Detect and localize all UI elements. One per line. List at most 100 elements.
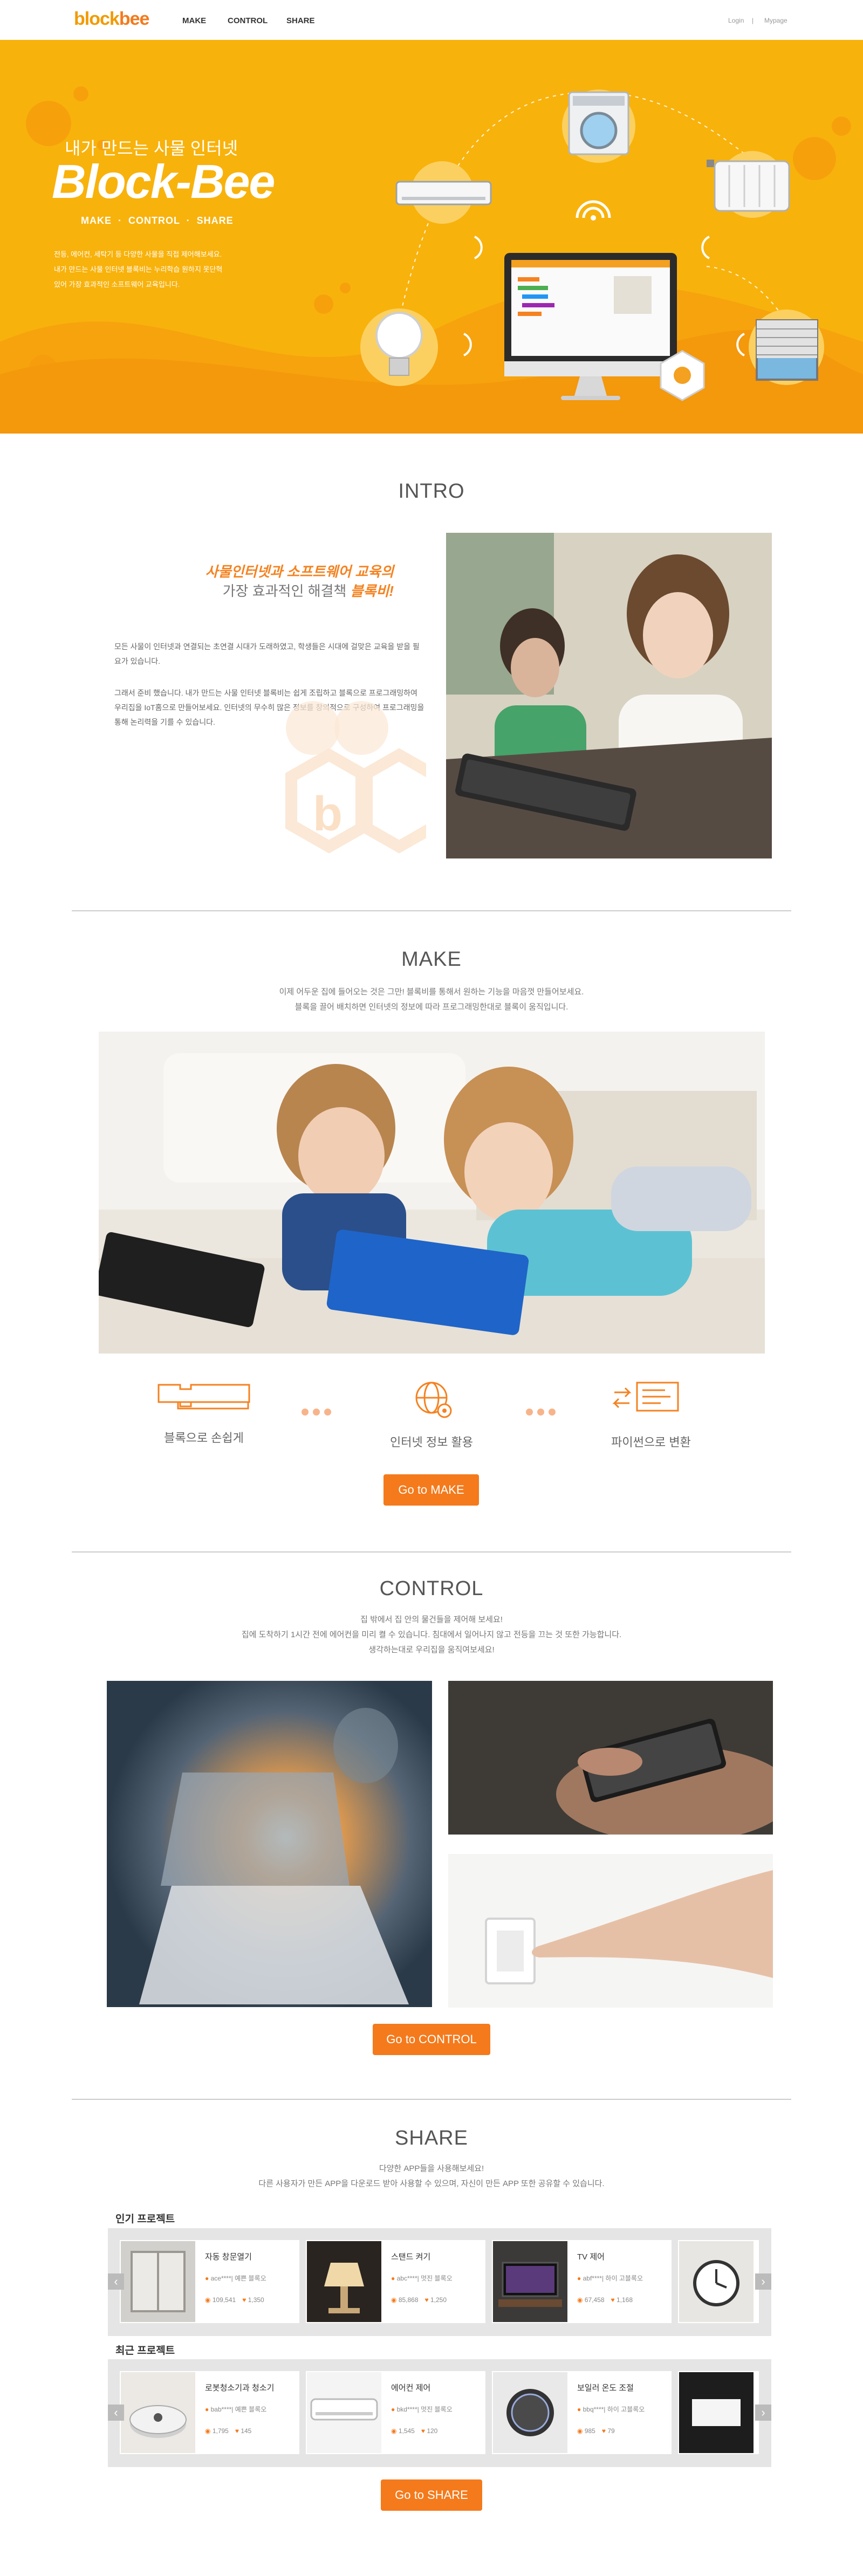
eye-icon: ◉ <box>577 2296 583 2304</box>
login-link[interactable]: Login <box>728 17 744 24</box>
logo[interactable]: blockbee <box>74 9 149 30</box>
logo-part-block: block <box>74 9 120 29</box>
go-to-control-button[interactable]: Go to CONTROL <box>373 2024 490 2055</box>
project-card[interactable]: 자동 창문열기 ● ace****| 예쁜 블록오 ◉ 109,541 ♥ 1,3… <box>120 2240 299 2323</box>
project-thumbnail <box>679 2372 754 2453</box>
eye-icon: ◉ <box>577 2427 583 2435</box>
hero-description: 전등, 에어컨, 세탁기 등 다양한 사물을 직접 제어해보세요. 내가 만드는… <box>54 247 280 292</box>
logo-part-bee: bee <box>119 9 150 29</box>
bee-watermark-icon: b <box>285 701 426 854</box>
project-thumbnail <box>307 2241 381 2322</box>
section-divider <box>72 2099 791 2100</box>
intro-title: INTRO <box>398 480 465 503</box>
project-card[interactable]: TV 제어 ● abf****| 하이 고블록오 ◉ 67,458 ♥ 1,168 <box>492 2240 672 2323</box>
project-user: ● ace****| 예쁜 블록오 <box>205 2275 266 2282</box>
mypage-link[interactable]: Mypage <box>764 17 787 24</box>
project-card-partial[interactable] <box>678 2240 759 2323</box>
hero-illustration <box>0 86 863 434</box>
project-stats: ◉ 985 ♥ 79 <box>577 2427 615 2435</box>
nav-share[interactable]: SHARE <box>286 16 315 25</box>
carousel-next-button[interactable]: › <box>755 2273 771 2290</box>
control-photo-laptop <box>107 1681 432 2007</box>
share-description: 다양한 APP들을 사용해보세요! 다른 사용자가 만든 APP을 다운로드 받… <box>0 2161 863 2192</box>
nav-control[interactable]: CONTROL <box>228 16 268 25</box>
project-name: 보일러 온도 조절 <box>577 2383 634 2393</box>
nav-make[interactable]: MAKE <box>182 16 206 25</box>
make-desc-line: 블록을 끌어 배치하면 인터넷의 정보에 따라 프로그래밍한대로 블록이 움직입… <box>294 1002 569 1012</box>
svg-text:b: b <box>313 787 343 841</box>
heart-icon: ♥ <box>424 2296 429 2304</box>
eye-icon: ◉ <box>391 2427 397 2435</box>
project-stats: ◉ 67,458 ♥ 1,168 <box>577 2296 633 2304</box>
intro-headline-brand: 블록비! <box>350 583 394 599</box>
intro-photo-children-keyboard <box>446 533 772 858</box>
intro-headline-2: 가장 효과적인 해결책 블록비! <box>129 580 394 600</box>
control-desc-line: 생각하는대로 우리집을 움직여보세요! <box>368 1645 495 1654</box>
recent-projects-label: 최근 프로젝트 <box>115 2345 175 2357</box>
project-user: ● bab****| 예쁜 블록오 <box>205 2406 267 2413</box>
dots-separator <box>302 1409 335 1416</box>
project-stats: ◉ 85,868 ♥ 1,250 <box>391 2296 447 2304</box>
globe-settings-icon <box>415 1382 452 1418</box>
project-stats: ◉ 1,545 ♥ 120 <box>391 2427 438 2435</box>
control-desc-line: 집에 도착하기 1시간 전에 에어컨을 미리 켤 수 있습니다. 침대에서 일어… <box>241 1630 622 1639</box>
carousel-prev-button[interactable]: ‹ <box>108 2405 124 2421</box>
intro-headline-1: 사물인터넷과 소프트웨어 교육의 <box>205 564 394 580</box>
eye-icon: ◉ <box>205 2296 211 2304</box>
recent-projects-carousel: 로봇청소기과 청소기 ● bab****| 예쁜 블록오 ◉ 1,795 ♥ 14… <box>108 2359 771 2467</box>
make-title: MAKE <box>401 948 462 971</box>
intro-paragraph-1: 모든 사물이 인터넷과 연결되는 초연결 시대가 도래하였고, 학생들은 시대에… <box>114 642 420 665</box>
control-photo-phone <box>448 1681 773 1835</box>
project-thumbnail <box>121 2372 195 2453</box>
popular-projects-carousel: 자동 창문열기 ● ace****| 예쁜 블록오 ◉ 109,541 ♥ 1,3… <box>108 2228 771 2336</box>
project-name: TV 제어 <box>577 2252 605 2262</box>
make-photo-girls-tablets <box>99 1032 765 1354</box>
user-icon: ● <box>577 2275 581 2282</box>
user-icon: ● <box>577 2406 581 2413</box>
feature-label-python: 파이썬으로 변환 <box>611 1435 691 1449</box>
heart-icon: ♥ <box>611 2296 615 2304</box>
go-to-share-button[interactable]: Go to SHARE <box>381 2479 482 2511</box>
project-card[interactable]: 로봇청소기과 청소기 ● bab****| 예쁜 블록오 ◉ 1,795 ♥ 14… <box>120 2371 299 2454</box>
feature-label-internet: 인터넷 정보 활용 <box>390 1435 473 1449</box>
project-thumbnail <box>307 2372 381 2453</box>
heart-icon: ♥ <box>601 2427 606 2435</box>
project-user: ● abc****| 멋진 블록오 <box>391 2275 453 2282</box>
heart-icon: ♥ <box>242 2296 246 2304</box>
hero-desc-line: 내가 만드는 사물 인터넷 블록비는 누리학습 원하지 못단혁 <box>54 265 223 273</box>
make-desc-line: 이제 어두운 집에 들어오는 것은 그만! 블록비를 통해서 원하는 기능을 마… <box>279 987 584 997</box>
project-stats: ◉ 109,541 ♥ 1,350 <box>205 2296 264 2304</box>
make-description: 이제 어두운 집에 들어오는 것은 그만! 블록비를 통해서 원하는 기능을 마… <box>0 985 863 1015</box>
section-divider <box>72 1551 791 1553</box>
user-icon: ● <box>205 2406 209 2413</box>
share-desc-line: 다른 사용자가 만든 APP을 다운로드 받아 사용할 수 있으며, 자신이 만… <box>258 2179 605 2188</box>
user-icon: ● <box>391 2406 395 2413</box>
project-card[interactable]: 스탠드 켜기 ● abc****| 멋진 블록오 ◉ 85,868 ♥ 1,250 <box>306 2240 485 2323</box>
section-divider <box>72 910 791 911</box>
project-name: 로봇청소기과 청소기 <box>205 2383 275 2393</box>
hero-desc-line: 전등, 에어컨, 세탁기 등 다양한 사물을 직접 제어해보세요. <box>54 250 222 258</box>
hero-menu: MAKE · CONTROL · SHARE <box>81 215 234 226</box>
hero-title: Block-Bee <box>52 155 275 208</box>
project-thumbnail <box>121 2241 195 2322</box>
carousel-prev-button[interactable]: ‹ <box>108 2273 124 2290</box>
dots-separator <box>526 1409 560 1416</box>
project-card-partial[interactable] <box>678 2371 759 2454</box>
eye-icon: ◉ <box>391 2296 397 2304</box>
control-desc-line: 집 밖에서 집 안의 물건들을 제어해 보세요! <box>360 1615 503 1624</box>
project-card[interactable]: 에어컨 제어 ● bkd****| 멋진 블록오 ◉ 1,545 ♥ 120 <box>306 2371 485 2454</box>
wifi-icon <box>576 200 611 221</box>
hero-banner: 내가 만드는 사물 인터넷 Block-Bee MAKE · CONTROL ·… <box>0 40 863 434</box>
go-to-make-button[interactable]: Go to MAKE <box>383 1474 479 1506</box>
project-user: ● bkd****| 멋진 블록오 <box>391 2406 453 2413</box>
heart-icon: ♥ <box>235 2427 239 2435</box>
heart-icon: ♥ <box>421 2427 425 2435</box>
carousel-next-button[interactable]: › <box>755 2405 771 2421</box>
control-title: CONTROL <box>379 1577 484 1600</box>
project-thumbnail <box>679 2241 754 2322</box>
hero-desc-line: 있어 가장 효과적인 소프트웨어 교육입니다. <box>54 280 180 288</box>
feature-label-blocks: 블록으로 손쉽게 <box>164 1431 244 1445</box>
control-photo-light-switch <box>448 1854 773 2008</box>
project-card[interactable]: 보일러 온도 조절 ● bbq****| 하이 고블록오 ◉ 985 ♥ 79 <box>492 2371 672 2454</box>
project-thumbnail <box>493 2241 567 2322</box>
